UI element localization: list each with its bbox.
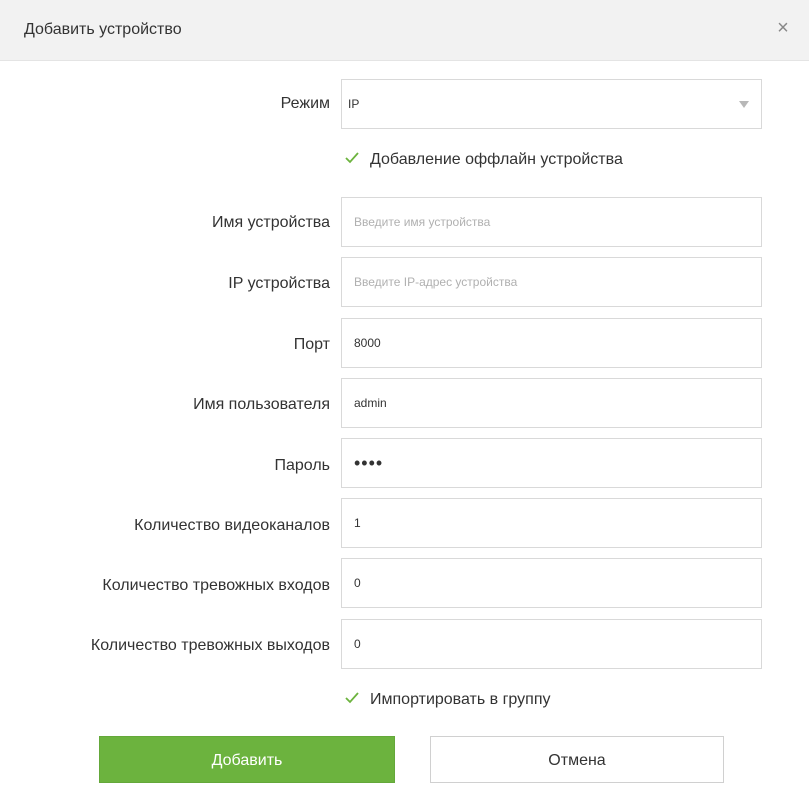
port-label: Порт: [293, 336, 330, 353]
alarm-inputs-label: Количество тревожных входов: [102, 577, 330, 594]
alarm-outputs-input[interactable]: [341, 619, 762, 669]
video-channels-label: Количество видеоканалов: [134, 517, 330, 534]
mode-select-value: IP: [348, 97, 360, 111]
device-name-input[interactable]: [341, 197, 762, 247]
device-name-label: Имя устройства: [211, 214, 330, 231]
mode-label: Режим: [280, 95, 330, 112]
device-ip-label: IP устройства: [228, 275, 330, 292]
chevron-down-icon: [739, 101, 749, 108]
username-input[interactable]: [341, 378, 762, 428]
cancel-button[interactable]: Отмена: [430, 736, 724, 783]
checkmark-icon: [345, 152, 359, 164]
dialog-titlebar: Добавить устройство ×: [0, 0, 809, 61]
video-channels-input[interactable]: [341, 498, 762, 548]
device-ip-input[interactable]: [341, 257, 762, 307]
offline-device-label: Добавление оффлайн устройства: [370, 151, 623, 168]
add-device-dialog: Добавить устройство × Режим IP Добавлени…: [0, 0, 809, 795]
mode-select[interactable]: IP: [341, 79, 762, 129]
password-input[interactable]: ••••: [341, 438, 762, 488]
offline-device-checkbox[interactable]: Добавление оффлайн устройства: [344, 150, 623, 169]
password-value: ••••: [354, 453, 384, 473]
password-label: Пароль: [274, 457, 330, 474]
port-input[interactable]: [341, 318, 762, 368]
add-button[interactable]: Добавить: [99, 736, 395, 783]
checkmark-icon: [345, 692, 359, 704]
alarm-inputs-input[interactable]: [341, 558, 762, 608]
import-group-label: Импортировать в группу: [370, 691, 551, 708]
username-label: Имя пользователя: [193, 396, 330, 413]
close-icon[interactable]: ×: [771, 16, 795, 40]
alarm-outputs-label: Количество тревожных выходов: [90, 637, 330, 654]
import-group-checkbox[interactable]: Импортировать в группу: [344, 690, 550, 709]
dialog-title: Добавить устройство: [24, 21, 182, 38]
